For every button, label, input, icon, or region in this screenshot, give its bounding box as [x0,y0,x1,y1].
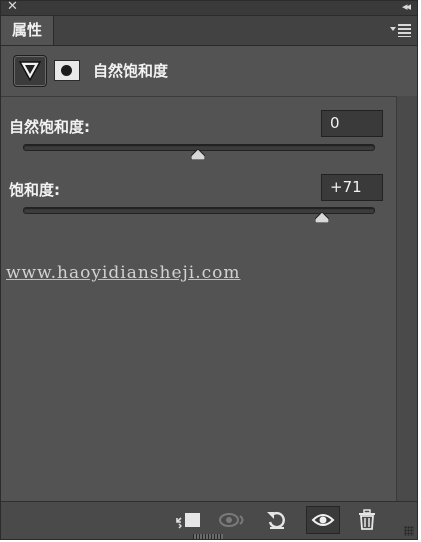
resize-handle[interactable] [404,526,414,536]
tab-properties[interactable]: 属性 [1,16,54,45]
clip-to-layer-icon [176,513,200,529]
vibrance-slider-thumb[interactable] [191,149,205,160]
saturation-label: 饱和度: [9,181,60,199]
tab-row: 属性 [1,16,417,46]
adjustment-title: 自然饱和度 [93,62,169,80]
close-icon[interactable]: ✕ [7,0,18,15]
saturation-value-input[interactable]: +71 [321,174,383,201]
vertical-scrollbar[interactable] [396,96,417,501]
mask-dot [61,65,72,76]
view-previous-state-icon [219,513,244,527]
panel-menu-icon[interactable] [390,23,412,37]
view-previous-state-button[interactable] [215,506,249,534]
eye-icon [311,514,335,526]
trash-icon [359,509,375,530]
delete-button[interactable] [350,506,384,534]
properties-panel: ✕ ◂◂ 属性 自然饱和度 自然饱和度: 0 饱和度: +71 www.haoy… [0,0,418,540]
layer-mask-icon[interactable] [54,60,80,81]
vibrance-label: 自然饱和度: [9,118,90,136]
bottom-toolbar [1,501,417,539]
adjustment-header: 自然饱和度 [1,46,417,97]
saturation-slider-thumb[interactable] [315,212,330,223]
reset-icon [267,512,285,529]
toggle-visibility-button[interactable] [306,506,340,534]
panel-title-bar: ✕ ◂◂ [1,0,417,16]
vibrance-triangle-icon[interactable] [13,55,47,87]
clip-to-layer-button[interactable] [171,506,205,534]
watermark-text: www.haoyidiansheji.com [6,263,241,283]
panel-drag-grip[interactable] [193,534,223,539]
collapse-panel-icon[interactable]: ◂◂ [402,0,411,15]
vibrance-value-input[interactable]: 0 [321,110,383,137]
reset-button[interactable] [260,506,294,534]
